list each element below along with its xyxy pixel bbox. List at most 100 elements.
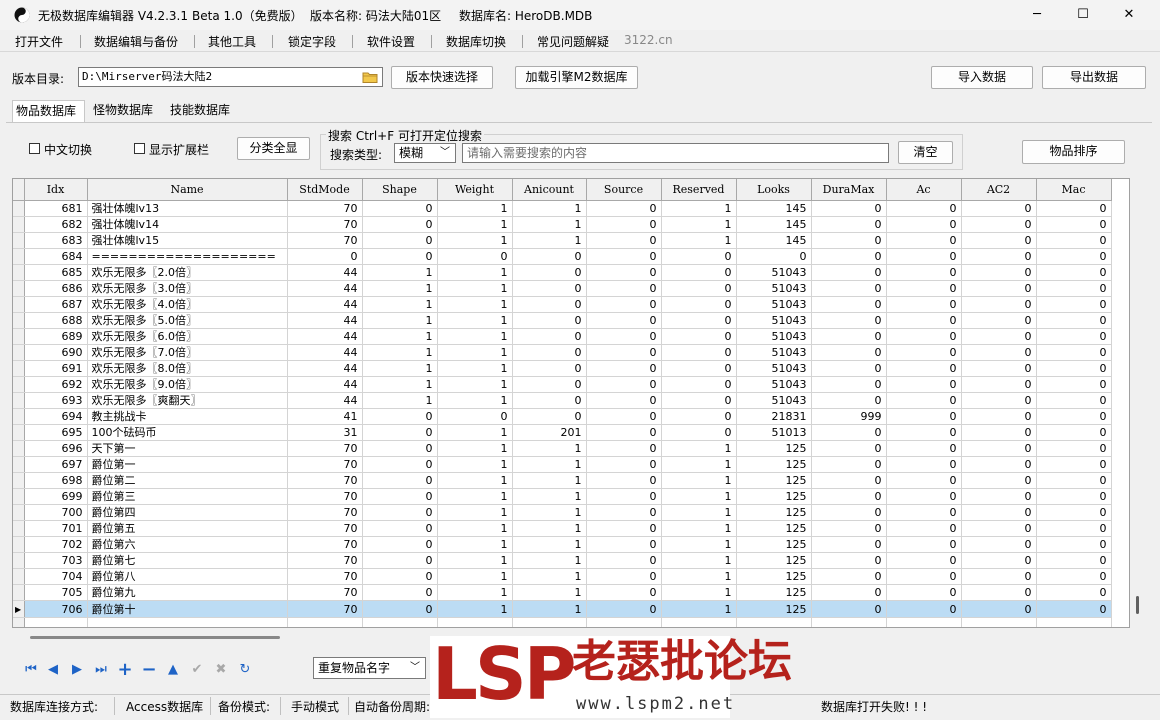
table-row[interactable]: 693 欢乐无限多〖爽翻天〗 44 1 1 0 0 0 51043 0 0 0 0 — [13, 392, 1112, 409]
row-indicator[interactable] — [13, 344, 25, 361]
cell-duramax[interactable]: 0 — [811, 360, 887, 377]
cell-stdmode[interactable]: 70 — [287, 536, 363, 553]
cell-stdmode[interactable]: 70 — [287, 440, 363, 457]
cell-weight[interactable]: 1 — [437, 264, 513, 281]
cell-looks[interactable]: 51043 — [736, 344, 812, 361]
cell-stdmode[interactable]: 70 — [287, 200, 363, 217]
cell-source[interactable]: 0 — [586, 376, 662, 393]
table-row[interactable]: 701 爵位第五 70 0 1 1 0 1 125 0 0 0 0 — [13, 520, 1112, 537]
cell-idx[interactable]: 699 — [24, 488, 88, 505]
row-indicator[interactable] — [13, 264, 25, 281]
cell-reserved[interactable]: 1 — [661, 456, 737, 473]
cell-looks[interactable]: 51043 — [736, 328, 812, 345]
cell-stdmode[interactable]: 44 — [287, 360, 363, 377]
menu-data-edit-backup[interactable]: 数据编辑与备份 — [94, 33, 178, 50]
cell-name[interactable]: 爵位第一 — [87, 456, 288, 473]
cell-idx[interactable]: 695 — [24, 424, 88, 441]
cell-mac[interactable]: 0 — [1036, 344, 1112, 361]
cell-duramax[interactable]: 0 — [811, 376, 887, 393]
cell-idx[interactable]: 685 — [24, 264, 88, 281]
cell-ac[interactable]: 0 — [886, 520, 962, 537]
cell-name[interactable]: 强壮体魄lv15 — [87, 232, 288, 249]
cell-weight[interactable]: 1 — [437, 472, 513, 489]
cell-reserved[interactable]: 1 — [661, 552, 737, 569]
cell-ac2[interactable]: 0 — [961, 568, 1037, 585]
cell-looks[interactable]: 125 — [736, 568, 812, 585]
row-indicator[interactable] — [13, 216, 25, 233]
row-indicator[interactable] — [13, 456, 25, 473]
cell-looks[interactable]: 125 — [736, 520, 812, 537]
cell-stdmode[interactable]: 70 — [287, 216, 363, 233]
row-indicator[interactable] — [13, 424, 25, 441]
cell-reserved[interactable]: 1 — [661, 536, 737, 553]
cell-source[interactable]: 0 — [586, 488, 662, 505]
post-icon[interactable]: ✔ — [188, 660, 206, 680]
cell-anicount[interactable]: 1 — [512, 504, 587, 521]
cancel-icon[interactable]: ✖ — [212, 660, 230, 680]
cell-name[interactable]: 爵位第九 — [87, 584, 288, 601]
cell-looks[interactable]: 125 — [736, 488, 812, 505]
cell-idx[interactable]: 689 — [24, 328, 88, 345]
cell-duramax[interactable]: 0 — [811, 472, 887, 489]
cell-reserved[interactable]: 0 — [661, 328, 737, 345]
cell-shape[interactable]: 0 — [362, 520, 438, 537]
cell-ac[interactable]: 0 — [886, 424, 962, 441]
cell-source[interactable]: 0 — [586, 296, 662, 313]
cell-idx[interactable]: 688 — [24, 312, 88, 329]
cell-name[interactable]: 爵位第三 — [87, 488, 288, 505]
cell-reserved[interactable]: 0 — [661, 344, 737, 361]
cell-weight[interactable]: 1 — [437, 536, 513, 553]
cell-source[interactable]: 0 — [586, 472, 662, 489]
cell-mac[interactable]: 0 — [1036, 472, 1112, 489]
cell-ac2[interactable]: 0 — [961, 536, 1037, 553]
cell-reserved[interactable]: 1 — [661, 488, 737, 505]
cell-duramax[interactable]: 999 — [811, 408, 887, 425]
cell-weight[interactable]: 0 — [437, 248, 513, 265]
cell-anicount[interactable]: 1 — [512, 232, 587, 249]
cell-source[interactable]: 0 — [586, 520, 662, 537]
cell-anicount[interactable]: 0 — [512, 408, 587, 425]
table-row[interactable]: 691 欢乐无限多〖8.0倍〗 44 1 1 0 0 0 51043 0 0 0 0 — [13, 360, 1112, 377]
cell-ac2[interactable]: 0 — [961, 456, 1037, 473]
cell-anicount[interactable]: 1 — [512, 552, 587, 569]
cell-anicount[interactable]: 1 — [512, 488, 587, 505]
cell-ac2[interactable]: 0 — [961, 312, 1037, 329]
cell-weight[interactable]: 1 — [437, 200, 513, 217]
cell-idx[interactable]: 703 — [24, 552, 88, 569]
cell-idx[interactable]: 686 — [24, 280, 88, 297]
cell-looks[interactable]: 51013 — [736, 424, 812, 441]
cell-shape[interactable]: 0 — [362, 456, 438, 473]
cell-mac[interactable]: 0 — [1036, 600, 1112, 618]
cell-anicount[interactable]: 1 — [512, 520, 587, 537]
cell-stdmode[interactable]: 44 — [287, 376, 363, 393]
cell-stdmode[interactable]: 44 — [287, 328, 363, 345]
cell-mac[interactable]: 0 — [1036, 360, 1112, 377]
cell-idx[interactable]: 705 — [24, 584, 88, 601]
cell-idx[interactable]: 693 — [24, 392, 88, 409]
cell-idx[interactable]: 702 — [24, 536, 88, 553]
cell-name[interactable]: 欢乐无限多〖4.0倍〗 — [87, 296, 288, 313]
cell-shape[interactable]: 1 — [362, 264, 438, 281]
cell-anicount[interactable]: 0 — [512, 312, 587, 329]
column-header-mac[interactable]: Mac — [1036, 179, 1112, 201]
cell-source[interactable]: 0 — [586, 408, 662, 425]
cell-name[interactable]: 100个砝码币 — [87, 424, 288, 441]
cell-stdmode[interactable]: 44 — [287, 264, 363, 281]
cell-name[interactable]: 欢乐无限多〖6.0倍〗 — [87, 328, 288, 345]
cell-name[interactable]: 爵位第六 — [87, 536, 288, 553]
cell-source[interactable]: 0 — [586, 232, 662, 249]
cell-looks[interactable]: 51043 — [736, 360, 812, 377]
cell-anicount[interactable]: 0 — [512, 248, 587, 265]
cell-shape[interactable]: 0 — [362, 600, 438, 618]
cell-reserved[interactable]: 1 — [661, 568, 737, 585]
cell-stdmode[interactable]: 70 — [287, 456, 363, 473]
cell-weight[interactable]: 1 — [437, 392, 513, 409]
table-row[interactable]: 683 强壮体魄lv15 70 0 1 1 0 1 145 0 0 0 0 — [13, 232, 1112, 249]
cell-name[interactable]: 爵位第七 — [87, 552, 288, 569]
cell-ac2[interactable]: 0 — [961, 424, 1037, 441]
cell-ac2[interactable]: 0 — [961, 552, 1037, 569]
tab-items[interactable]: 物品数据库 — [12, 100, 85, 122]
cell-source[interactable]: 0 — [586, 216, 662, 233]
cell-duramax[interactable]: 0 — [811, 536, 887, 553]
cell-mac[interactable]: 0 — [1036, 312, 1112, 329]
